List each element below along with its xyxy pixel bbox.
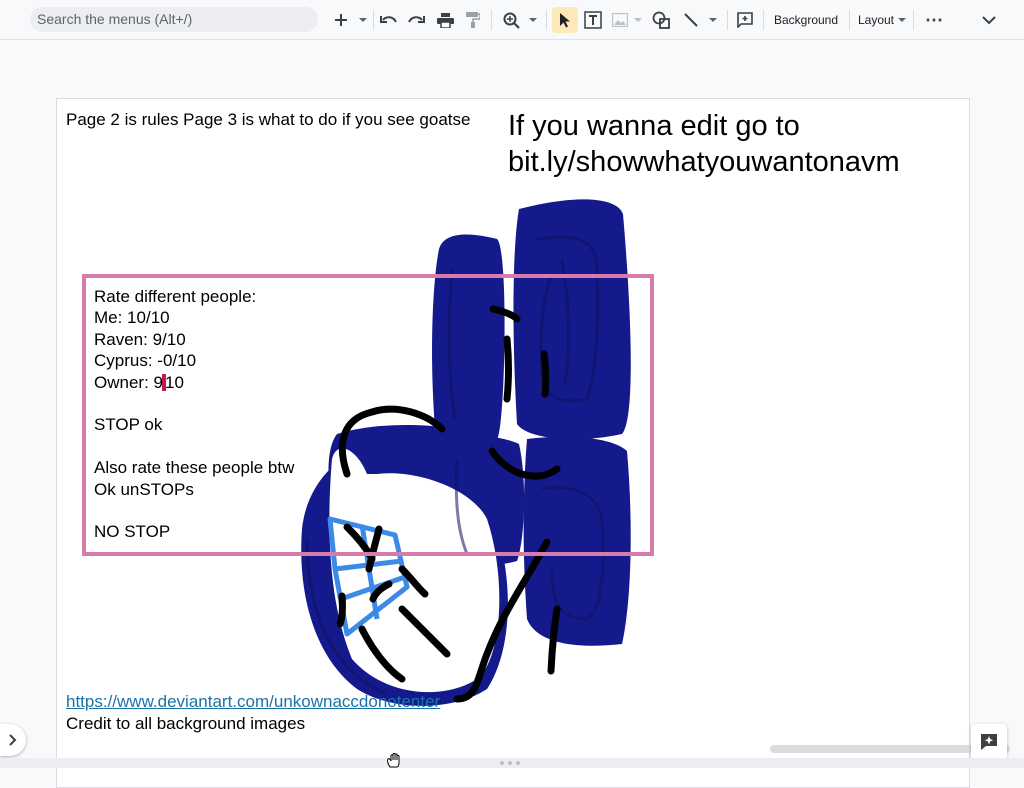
rate-line: Ok unSTOPs (94, 479, 194, 499)
print-icon (436, 12, 454, 28)
rate-line: Also rate these people btw (94, 458, 295, 478)
assistant-icon (981, 734, 997, 750)
divider (763, 10, 764, 30)
edit-line-2: bit.ly/showwhatyouwantonavm (508, 146, 900, 178)
plus-icon (335, 14, 347, 26)
toolbar: Search the menus (Alt+/) Background Layo… (0, 0, 1024, 40)
line-dropdown[interactable] (706, 7, 720, 33)
explore-button[interactable] (971, 724, 1007, 760)
zoom-icon (503, 12, 520, 29)
caret-down-icon (529, 18, 537, 22)
new-slide-dropdown[interactable] (356, 7, 370, 33)
shape-icon (652, 11, 670, 29)
deviantart-link[interactable]: https://www.deviantart.com/unkownaccdono… (66, 692, 440, 712)
divider (727, 10, 728, 30)
undo-button[interactable] (378, 7, 400, 33)
divider (913, 10, 914, 30)
print-button[interactable] (434, 7, 456, 33)
image-icon (612, 13, 628, 27)
insert-image-button[interactable] (610, 7, 630, 33)
new-slide-button[interactable] (330, 7, 352, 33)
line-icon (684, 13, 698, 27)
edit-line-1: If you wanna edit go to (508, 110, 800, 142)
select-pointer-icon (560, 13, 570, 28)
select-tool-button[interactable] (552, 7, 578, 33)
rate-line: Me: 10/10 (94, 308, 170, 328)
caret-down-icon (898, 18, 906, 22)
slide[interactable]: Page 2 is rules Page 3 is what to do if … (56, 98, 970, 788)
rate-line: Cyprus: -0/10 (94, 351, 197, 371)
rate-line: Raven: 9/10 (94, 329, 186, 349)
chevron-down-icon (982, 15, 996, 24)
caret-down-icon (709, 18, 717, 22)
slide-canvas: Page 2 is rules Page 3 is what to do if … (0, 41, 1024, 788)
divider (491, 10, 492, 30)
rate-line (94, 436, 294, 457)
rate-line: Rate different people: (94, 287, 257, 306)
comment-icon (737, 12, 753, 28)
shape-button[interactable] (650, 7, 672, 33)
zoom-dropdown[interactable] (526, 7, 540, 33)
owner-suffix: 10 (164, 372, 184, 392)
redo-icon (408, 16, 425, 23)
owner-prefix: Owner: 9 (94, 372, 163, 392)
divider (849, 10, 850, 30)
resize-grip[interactable] (500, 761, 524, 765)
hand-cursor-icon (387, 753, 400, 768)
chevron-right-icon (9, 734, 17, 746)
top-left-text[interactable]: Page 2 is rules Page 3 is what to do if … (66, 110, 470, 130)
rate-line-owner: Owner: 9 10 (94, 372, 294, 393)
text-box-button[interactable] (582, 7, 604, 33)
paint-format-button[interactable] (462, 7, 484, 33)
text-box-icon (584, 11, 602, 29)
rating-text-box[interactable]: Rate different people: Me: 10/10 Raven: … (94, 286, 294, 543)
edit-instructions-text[interactable]: If you wanna edit go to bit.ly/showwhaty… (508, 108, 968, 180)
divider (373, 10, 374, 30)
line-button[interactable] (680, 7, 702, 33)
redo-button[interactable] (405, 7, 427, 33)
layout-dropdown[interactable] (897, 7, 907, 33)
undo-icon (380, 16, 397, 23)
insert-image-dropdown[interactable] (632, 7, 644, 33)
rate-line: NO STOP (94, 522, 171, 542)
layout-button[interactable]: Layout (856, 7, 896, 33)
rate-line: STOP ok (94, 415, 163, 435)
search-menus-input[interactable]: Search the menus (Alt+/) (30, 7, 318, 32)
caret-down-icon (634, 18, 642, 22)
add-comment-button[interactable] (734, 7, 756, 33)
zoom-button[interactable] (500, 7, 522, 33)
more-button[interactable]: ⋯ (922, 7, 946, 33)
background-button[interactable]: Background (770, 7, 842, 33)
paint-format-icon (466, 12, 480, 28)
divider (546, 10, 547, 30)
rate-line (94, 500, 294, 521)
rate-line (94, 393, 294, 414)
credit-text[interactable]: Credit to all background images (66, 714, 305, 734)
collapse-toolbar-button[interactable] (978, 7, 1000, 33)
caret-down-icon (359, 18, 367, 22)
